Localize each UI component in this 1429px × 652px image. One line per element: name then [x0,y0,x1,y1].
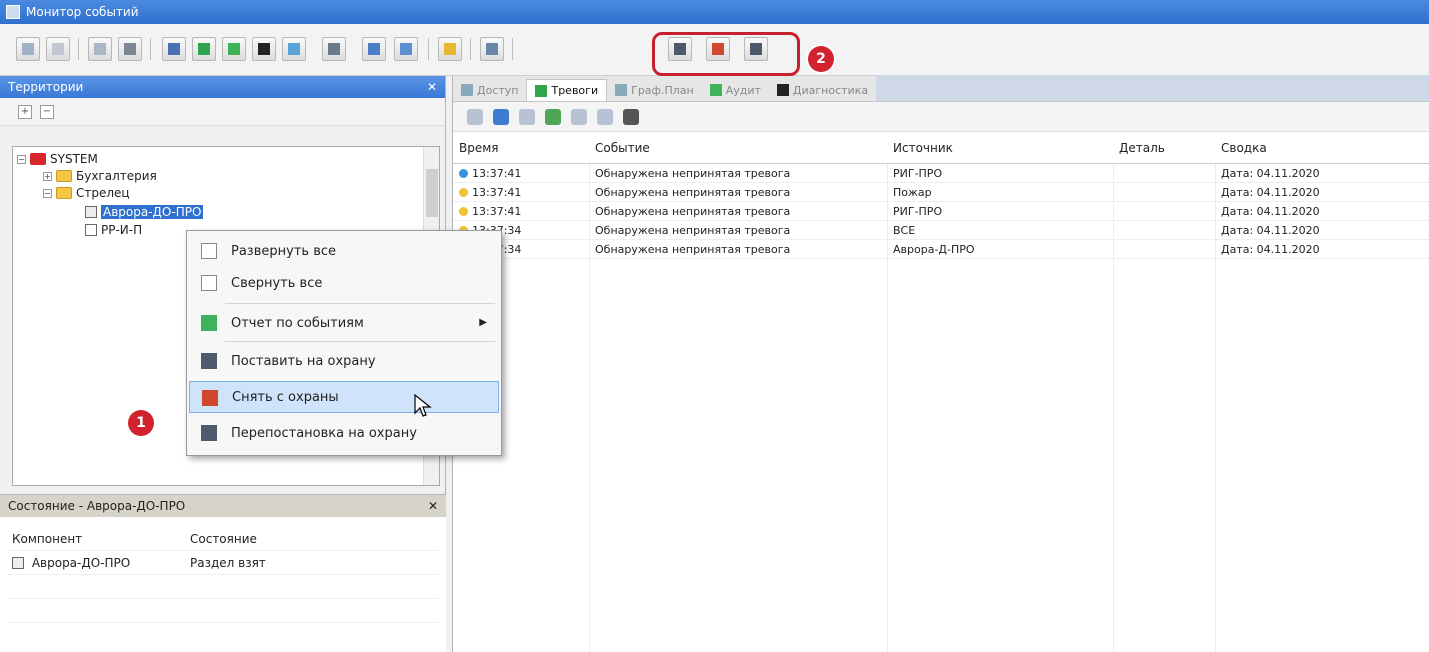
state-pane: Состояние - Аврора-ДО-ПРО ✕ Компонент Со… [0,494,446,652]
collapse-icon[interactable]: − [43,188,52,198]
events-table-header: Время Событие Источник Деталь Сводка [453,132,1429,164]
menu-arm[interactable]: Поставить на охрану [189,345,499,377]
events-pane: Доступ Тревоги Граф.План Аудит Диагности… [452,75,1429,652]
submenu-arrow-icon: ▶ [479,317,487,328]
copy-icon[interactable] [597,108,613,125]
table-row[interactable]: 13:37:41 Обнаружена непринятая тревога П… [453,183,1429,202]
column-settings-icon[interactable] [88,37,112,61]
menu-collapse-all[interactable]: Свернуть все [189,267,499,299]
territories-header: Территории ✕ [0,76,445,98]
sound-icon[interactable] [467,108,483,125]
list-icon[interactable] [480,37,504,61]
menu-disarm[interactable]: Снять с охраны [189,381,499,413]
annotation-badge-2: 2 [808,46,834,72]
context-menu: Развернуть все Свернуть все Отчет по соб… [186,230,502,456]
table-row[interactable]: Аврора-ДО-ПРО Раздел взят [8,551,438,575]
audit-icon [709,84,722,96]
collapse-all-icon[interactable]: − [40,104,54,119]
territory-panel-icon[interactable] [16,37,40,61]
app-icon [6,5,20,19]
alarm-icon[interactable] [192,37,216,61]
rearm-icon [201,425,217,441]
device-icon [85,206,97,218]
close-icon[interactable]: ✕ [427,80,437,94]
state-title: Состояние - Аврора-ДО-ПРО [8,499,186,513]
tab-strip: Доступ Тревоги Граф.План Аудит Диагности… [453,75,1429,102]
collapse-icon[interactable]: − [17,154,26,164]
table-row[interactable]: 13:37:41 Обнаружена непринятая тревога Р… [453,164,1429,183]
arm-icon [201,353,217,369]
menu-expand-all[interactable]: Развернуть все [189,235,499,267]
folder-icon [56,187,72,199]
report-icon[interactable] [222,37,246,61]
tab-diagnostics[interactable]: Диагностика [769,79,876,101]
state-header: Состояние - Аврора-ДО-ПРО ✕ [0,495,446,517]
diagnostics-icon [776,84,789,96]
tab-access[interactable]: Доступ [453,79,526,101]
state-table-header: Компонент Состояние [8,527,438,551]
events-toolbar [453,102,1429,132]
display-dropdown-icon[interactable] [282,37,306,61]
accept-icon[interactable] [493,108,509,125]
export-icon[interactable] [623,108,639,125]
grid-view-icon[interactable] [46,37,70,61]
tab-alarms[interactable]: Тревоги [526,79,608,101]
table-row[interactable]: 13:37:41 Обнаружена непринятая тревога Р… [453,202,1429,221]
disarm-icon [202,390,218,406]
highlight-arm-buttons [652,32,800,76]
menu-rearm[interactable]: Перепостановка на охрану [189,417,499,449]
title-bar: Монитор событий [0,0,1429,24]
territories-title: Территории [8,80,84,94]
users-dropdown-icon[interactable] [362,37,386,61]
print-icon[interactable] [571,108,587,125]
table-row[interactable]: 13:37:34 Обнаружена непринятая тревога А… [453,240,1429,259]
warning-icon [459,206,468,216]
tree-node-rr[interactable]: РР-И-П [85,222,142,238]
tab-audit[interactable]: Аудит [702,79,769,101]
tree-node-accounting[interactable]: + Бухгалтерия [43,168,157,184]
user-icon[interactable] [394,37,418,61]
tree-node-strelets[interactable]: − Стрелец [43,185,130,201]
alarm-icon [535,84,548,97]
confirm-icon[interactable] [545,108,561,125]
menu-event-report[interactable]: Отчет по событиям ▶ [189,307,499,339]
expand-all-icon[interactable]: + [18,104,32,119]
event-monitor-window: Монитор событий 2 Территории ✕ + − − SYS… [0,0,1429,652]
plan-icon [615,84,628,96]
table-row[interactable]: 13:37:34 Обнаружена непринятая тревога В… [453,221,1429,240]
monitor-icon[interactable] [252,37,276,61]
access-icon[interactable] [162,37,186,61]
folder-icon [56,170,72,182]
expand-all-icon [201,243,217,259]
info-icon [459,168,468,178]
expand-icon[interactable]: + [43,171,52,181]
tree-node-aurora[interactable]: Аврора-ДО-ПРО [85,204,204,220]
warning-icon [459,187,468,197]
folder-icon [30,153,46,165]
events-table-body: 13:37:41 Обнаружена непринятая тревога Р… [453,164,1429,259]
access-icon [461,84,473,96]
tab-plan[interactable]: Граф.План [607,79,702,101]
tree-node-root[interactable]: − SYSTEM [17,151,98,167]
chart-icon[interactable] [438,37,462,61]
device-dropdown-icon[interactable] [322,37,346,61]
close-icon[interactable]: ✕ [428,499,438,513]
report-icon [201,315,217,331]
collapse-all-icon [201,275,217,291]
mouse-cursor-icon [414,394,432,417]
device-icon [85,224,97,236]
window-title: Монитор событий [26,5,139,19]
clock-icon[interactable] [519,108,535,125]
annotation-badge-1: 1 [128,410,154,436]
filter-icon[interactable] [118,37,142,61]
state-table: Компонент Состояние Аврора-ДО-ПРО Раздел… [8,527,438,623]
tree-toolbar: + − [0,98,445,126]
device-icon [12,556,24,569]
